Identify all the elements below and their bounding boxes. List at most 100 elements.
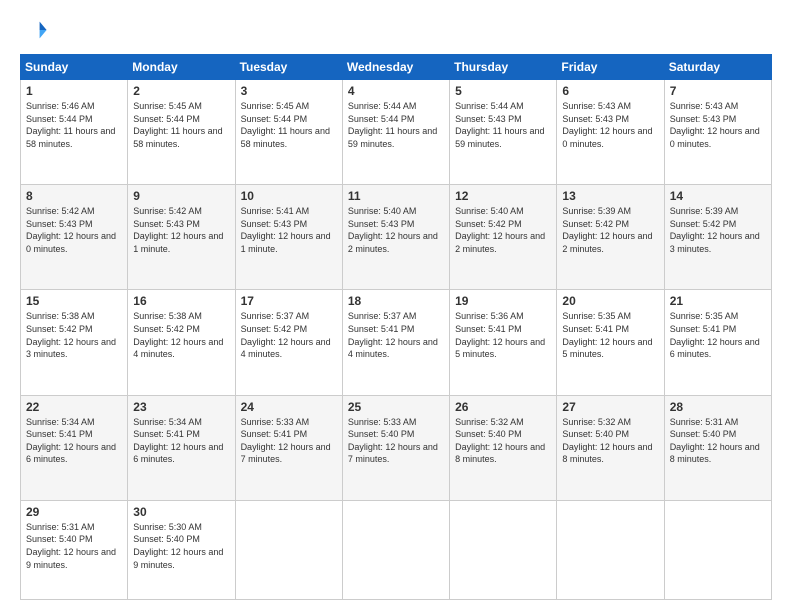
calendar-cell: 19 Sunrise: 5:36 AM Sunset: 5:41 PM Dayl… (450, 290, 557, 395)
calendar-cell (450, 500, 557, 599)
cell-info: Sunrise: 5:33 AM Sunset: 5:41 PM Dayligh… (241, 416, 337, 466)
day-number: 14 (670, 189, 766, 203)
day-number: 4 (348, 84, 444, 98)
cell-info: Sunrise: 5:44 AM Sunset: 5:44 PM Dayligh… (348, 100, 444, 150)
cell-info: Sunrise: 5:31 AM Sunset: 5:40 PM Dayligh… (26, 521, 122, 571)
calendar-cell: 7 Sunrise: 5:43 AM Sunset: 5:43 PM Dayli… (664, 80, 771, 185)
calendar-table: SundayMondayTuesdayWednesdayThursdayFrid… (20, 54, 772, 600)
cell-info: Sunrise: 5:34 AM Sunset: 5:41 PM Dayligh… (133, 416, 229, 466)
col-header-friday: Friday (557, 55, 664, 80)
day-number: 10 (241, 189, 337, 203)
day-number: 28 (670, 400, 766, 414)
calendar-cell: 18 Sunrise: 5:37 AM Sunset: 5:41 PM Dayl… (342, 290, 449, 395)
cell-info: Sunrise: 5:39 AM Sunset: 5:42 PM Dayligh… (562, 205, 658, 255)
logo (20, 16, 52, 44)
col-header-sunday: Sunday (21, 55, 128, 80)
day-number: 22 (26, 400, 122, 414)
week-row-2: 8 Sunrise: 5:42 AM Sunset: 5:43 PM Dayli… (21, 185, 772, 290)
day-number: 26 (455, 400, 551, 414)
logo-icon (20, 16, 48, 44)
col-header-saturday: Saturday (664, 55, 771, 80)
calendar-cell: 30 Sunrise: 5:30 AM Sunset: 5:40 PM Dayl… (128, 500, 235, 599)
cell-info: Sunrise: 5:33 AM Sunset: 5:40 PM Dayligh… (348, 416, 444, 466)
calendar-cell: 29 Sunrise: 5:31 AM Sunset: 5:40 PM Dayl… (21, 500, 128, 599)
cell-info: Sunrise: 5:34 AM Sunset: 5:41 PM Dayligh… (26, 416, 122, 466)
cell-info: Sunrise: 5:31 AM Sunset: 5:40 PM Dayligh… (670, 416, 766, 466)
calendar-cell: 13 Sunrise: 5:39 AM Sunset: 5:42 PM Dayl… (557, 185, 664, 290)
calendar-cell: 20 Sunrise: 5:35 AM Sunset: 5:41 PM Dayl… (557, 290, 664, 395)
day-number: 30 (133, 505, 229, 519)
calendar-cell (342, 500, 449, 599)
calendar-cell: 26 Sunrise: 5:32 AM Sunset: 5:40 PM Dayl… (450, 395, 557, 500)
cell-info: Sunrise: 5:43 AM Sunset: 5:43 PM Dayligh… (562, 100, 658, 150)
cell-info: Sunrise: 5:32 AM Sunset: 5:40 PM Dayligh… (562, 416, 658, 466)
calendar-cell: 3 Sunrise: 5:45 AM Sunset: 5:44 PM Dayli… (235, 80, 342, 185)
col-header-tuesday: Tuesday (235, 55, 342, 80)
header (20, 16, 772, 44)
cell-info: Sunrise: 5:37 AM Sunset: 5:41 PM Dayligh… (348, 310, 444, 360)
day-number: 13 (562, 189, 658, 203)
calendar-cell: 23 Sunrise: 5:34 AM Sunset: 5:41 PM Dayl… (128, 395, 235, 500)
calendar-cell: 5 Sunrise: 5:44 AM Sunset: 5:43 PM Dayli… (450, 80, 557, 185)
day-number: 20 (562, 294, 658, 308)
calendar-cell: 28 Sunrise: 5:31 AM Sunset: 5:40 PM Dayl… (664, 395, 771, 500)
calendar-cell: 27 Sunrise: 5:32 AM Sunset: 5:40 PM Dayl… (557, 395, 664, 500)
day-number: 11 (348, 189, 444, 203)
day-number: 18 (348, 294, 444, 308)
calendar-cell: 1 Sunrise: 5:46 AM Sunset: 5:44 PM Dayli… (21, 80, 128, 185)
col-header-thursday: Thursday (450, 55, 557, 80)
day-number: 29 (26, 505, 122, 519)
cell-info: Sunrise: 5:42 AM Sunset: 5:43 PM Dayligh… (133, 205, 229, 255)
cell-info: Sunrise: 5:35 AM Sunset: 5:41 PM Dayligh… (670, 310, 766, 360)
calendar-cell: 4 Sunrise: 5:44 AM Sunset: 5:44 PM Dayli… (342, 80, 449, 185)
day-number: 1 (26, 84, 122, 98)
calendar-cell: 24 Sunrise: 5:33 AM Sunset: 5:41 PM Dayl… (235, 395, 342, 500)
day-number: 2 (133, 84, 229, 98)
day-number: 17 (241, 294, 337, 308)
calendar-cell: 8 Sunrise: 5:42 AM Sunset: 5:43 PM Dayli… (21, 185, 128, 290)
day-number: 15 (26, 294, 122, 308)
day-number: 8 (26, 189, 122, 203)
calendar-cell: 22 Sunrise: 5:34 AM Sunset: 5:41 PM Dayl… (21, 395, 128, 500)
cell-info: Sunrise: 5:35 AM Sunset: 5:41 PM Dayligh… (562, 310, 658, 360)
cell-info: Sunrise: 5:38 AM Sunset: 5:42 PM Dayligh… (133, 310, 229, 360)
cell-info: Sunrise: 5:46 AM Sunset: 5:44 PM Dayligh… (26, 100, 122, 150)
day-number: 23 (133, 400, 229, 414)
week-row-1: 1 Sunrise: 5:46 AM Sunset: 5:44 PM Dayli… (21, 80, 772, 185)
calendar-cell: 25 Sunrise: 5:33 AM Sunset: 5:40 PM Dayl… (342, 395, 449, 500)
cell-info: Sunrise: 5:39 AM Sunset: 5:42 PM Dayligh… (670, 205, 766, 255)
day-number: 3 (241, 84, 337, 98)
calendar-cell (235, 500, 342, 599)
col-header-monday: Monday (128, 55, 235, 80)
day-number: 7 (670, 84, 766, 98)
calendar-cell (664, 500, 771, 599)
calendar-cell: 15 Sunrise: 5:38 AM Sunset: 5:42 PM Dayl… (21, 290, 128, 395)
calendar-cell: 14 Sunrise: 5:39 AM Sunset: 5:42 PM Dayl… (664, 185, 771, 290)
calendar-cell: 17 Sunrise: 5:37 AM Sunset: 5:42 PM Dayl… (235, 290, 342, 395)
calendar-cell: 11 Sunrise: 5:40 AM Sunset: 5:43 PM Dayl… (342, 185, 449, 290)
week-row-5: 29 Sunrise: 5:31 AM Sunset: 5:40 PM Dayl… (21, 500, 772, 599)
day-number: 9 (133, 189, 229, 203)
day-number: 27 (562, 400, 658, 414)
day-number: 5 (455, 84, 551, 98)
page: SundayMondayTuesdayWednesdayThursdayFrid… (0, 0, 792, 612)
cell-info: Sunrise: 5:41 AM Sunset: 5:43 PM Dayligh… (241, 205, 337, 255)
calendar-cell: 6 Sunrise: 5:43 AM Sunset: 5:43 PM Dayli… (557, 80, 664, 185)
cell-info: Sunrise: 5:42 AM Sunset: 5:43 PM Dayligh… (26, 205, 122, 255)
cell-info: Sunrise: 5:45 AM Sunset: 5:44 PM Dayligh… (133, 100, 229, 150)
calendar-cell (557, 500, 664, 599)
week-row-3: 15 Sunrise: 5:38 AM Sunset: 5:42 PM Dayl… (21, 290, 772, 395)
cell-info: Sunrise: 5:32 AM Sunset: 5:40 PM Dayligh… (455, 416, 551, 466)
week-row-4: 22 Sunrise: 5:34 AM Sunset: 5:41 PM Dayl… (21, 395, 772, 500)
col-header-wednesday: Wednesday (342, 55, 449, 80)
cell-info: Sunrise: 5:43 AM Sunset: 5:43 PM Dayligh… (670, 100, 766, 150)
calendar-cell: 9 Sunrise: 5:42 AM Sunset: 5:43 PM Dayli… (128, 185, 235, 290)
day-number: 21 (670, 294, 766, 308)
calendar-cell: 2 Sunrise: 5:45 AM Sunset: 5:44 PM Dayli… (128, 80, 235, 185)
cell-info: Sunrise: 5:38 AM Sunset: 5:42 PM Dayligh… (26, 310, 122, 360)
calendar-cell: 10 Sunrise: 5:41 AM Sunset: 5:43 PM Dayl… (235, 185, 342, 290)
cell-info: Sunrise: 5:40 AM Sunset: 5:43 PM Dayligh… (348, 205, 444, 255)
calendar-cell: 16 Sunrise: 5:38 AM Sunset: 5:42 PM Dayl… (128, 290, 235, 395)
day-number: 6 (562, 84, 658, 98)
cell-info: Sunrise: 5:45 AM Sunset: 5:44 PM Dayligh… (241, 100, 337, 150)
